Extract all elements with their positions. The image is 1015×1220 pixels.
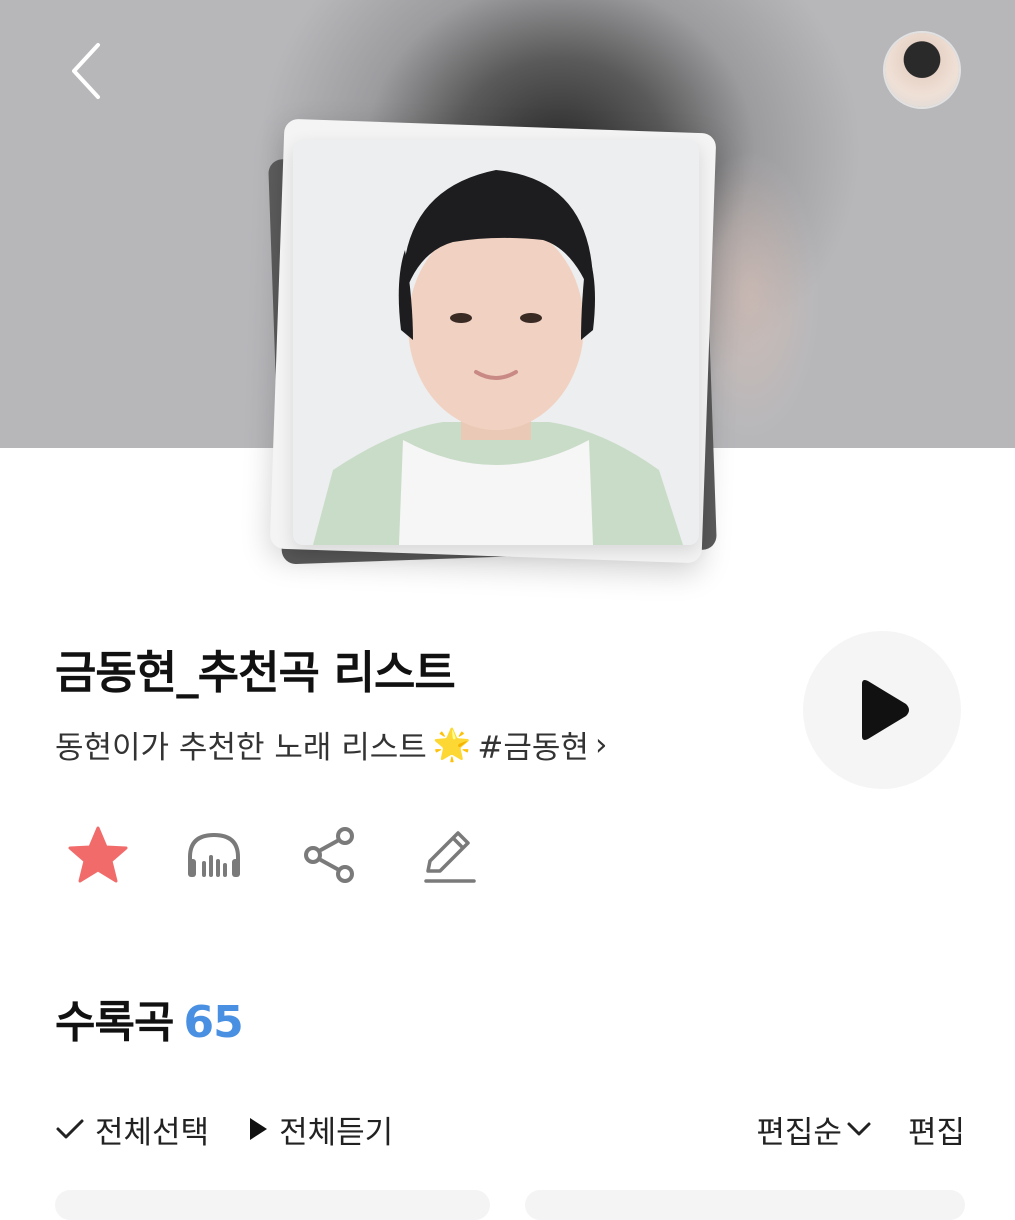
- back-button[interactable]: [56, 36, 116, 106]
- check-icon: [56, 1119, 84, 1139]
- edit-button[interactable]: [406, 820, 523, 890]
- track-toolbar: 전체선택 전체듣기 편집순 편집: [55, 1104, 965, 1154]
- playlist-cover-stack: [268, 118, 717, 572]
- track-card-left[interactable]: [55, 1190, 490, 1220]
- hashtag-text: #금동현: [477, 730, 589, 766]
- play-all-button[interactable]: 전체듣기: [247, 1107, 393, 1152]
- tracks-count: 65: [183, 997, 243, 1048]
- favorite-button[interactable]: [55, 820, 172, 890]
- share-icon: [304, 827, 354, 883]
- track-card-right[interactable]: [525, 1190, 965, 1220]
- sort-dropdown[interactable]: 편집순: [756, 1107, 872, 1152]
- tracks-section-title: 수록곡 65: [55, 986, 244, 1050]
- play-all-label: 전체듣기: [279, 1114, 394, 1151]
- user-avatar[interactable]: [885, 33, 959, 107]
- play-button[interactable]: [803, 631, 961, 789]
- listen-button[interactable]: [172, 820, 289, 890]
- sort-label: 편집순: [756, 1114, 842, 1151]
- chevron-down-icon: [847, 1122, 871, 1136]
- description-text: 동현이가 추천한 노래 리스트: [55, 730, 427, 766]
- cover-portrait: [293, 140, 699, 545]
- playlist-description[interactable]: 동현이가 추천한 노래 리스트 🌟 #금동현 ›: [55, 722, 607, 767]
- playlist-cover-image[interactable]: [293, 140, 699, 545]
- play-icon: [862, 680, 909, 740]
- sparkle-emoji: 🌟: [432, 727, 472, 763]
- edit-list-label: 편집: [907, 1114, 965, 1151]
- tracks-label: 수록곡: [55, 997, 174, 1048]
- select-all-label: 전체선택: [95, 1114, 210, 1151]
- star-icon: [68, 826, 128, 883]
- pencil-icon: [424, 831, 476, 883]
- chevron-left-icon: [72, 43, 100, 99]
- description-chevron-icon: ›: [594, 726, 608, 763]
- action-bar: [55, 820, 523, 890]
- share-button[interactable]: [289, 820, 406, 890]
- edit-list-button[interactable]: 편집: [908, 1107, 965, 1152]
- headphones-icon: [188, 832, 240, 877]
- select-all-button[interactable]: 전체선택: [55, 1107, 209, 1152]
- playlist-title: 금동현_추천곡 리스트: [55, 646, 456, 699]
- play-small-icon: [250, 1118, 268, 1140]
